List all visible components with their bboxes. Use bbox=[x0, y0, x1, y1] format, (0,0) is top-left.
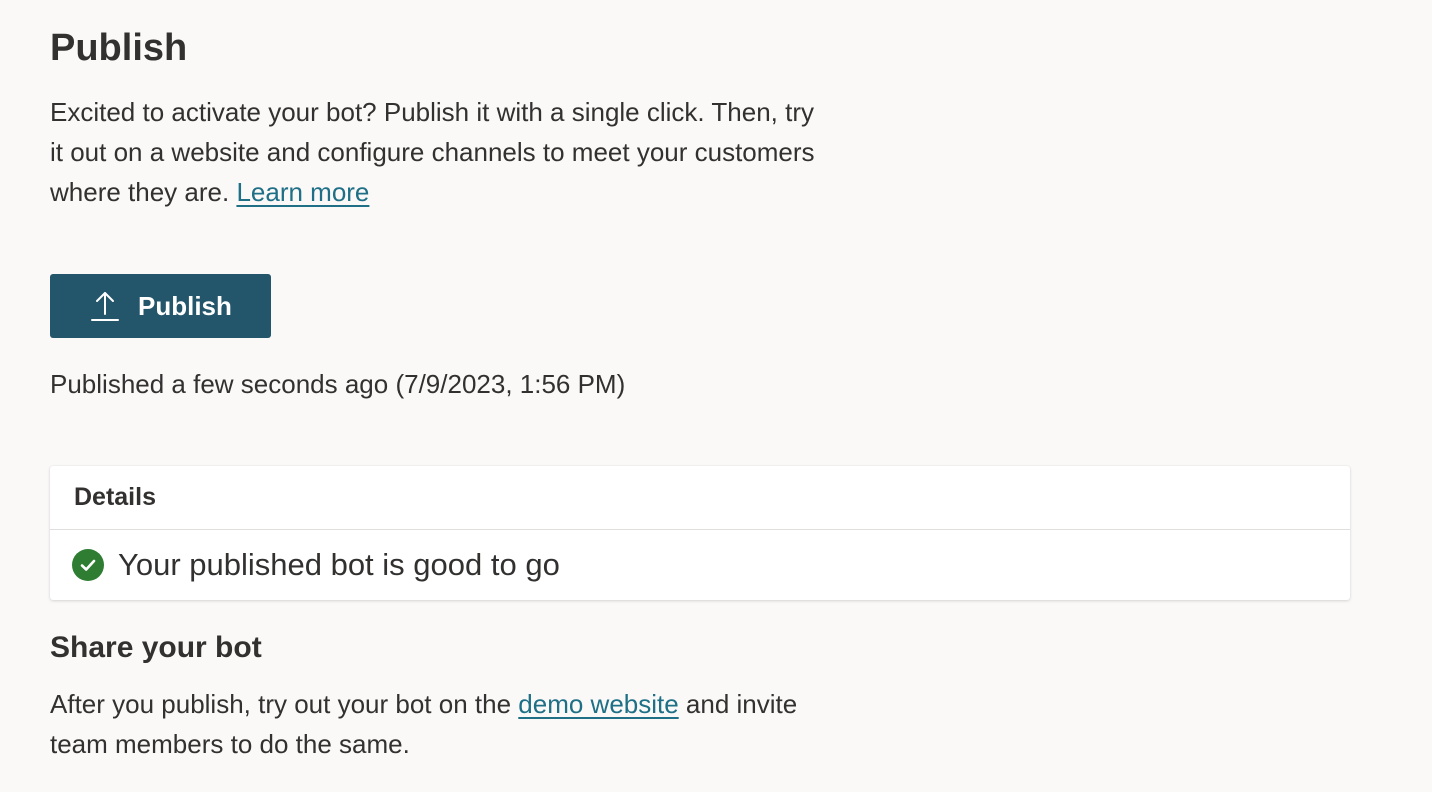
check-circle-icon bbox=[72, 549, 104, 581]
details-status-row: Your published bot is good to go bbox=[50, 530, 1350, 600]
share-text-before: After you publish, try out your bot on t… bbox=[50, 689, 519, 719]
details-card: Details Your published bot is good to go bbox=[50, 466, 1350, 600]
upload-icon bbox=[90, 290, 120, 322]
intro-paragraph: Excited to activate your bot? Publish it… bbox=[50, 92, 820, 212]
intro-text: Excited to activate your bot? Publish it… bbox=[50, 97, 815, 207]
page-title: Publish bbox=[50, 27, 188, 69]
published-status-text: Published a few seconds ago (7/9/2023, 1… bbox=[50, 369, 626, 399]
publish-button-label: Publish bbox=[138, 290, 232, 321]
publish-page: Publish Excited to activate your bot? Pu… bbox=[0, 0, 1432, 792]
details-status-message: Your published bot is good to go bbox=[118, 547, 560, 582]
share-paragraph: After you publish, try out your bot on t… bbox=[50, 684, 820, 764]
details-header: Details bbox=[50, 466, 1350, 530]
demo-website-link[interactable]: demo website bbox=[518, 689, 678, 719]
share-section-title: Share your bot bbox=[50, 631, 262, 664]
learn-more-link[interactable]: Learn more bbox=[236, 177, 369, 207]
publish-button[interactable]: Publish bbox=[50, 274, 271, 338]
